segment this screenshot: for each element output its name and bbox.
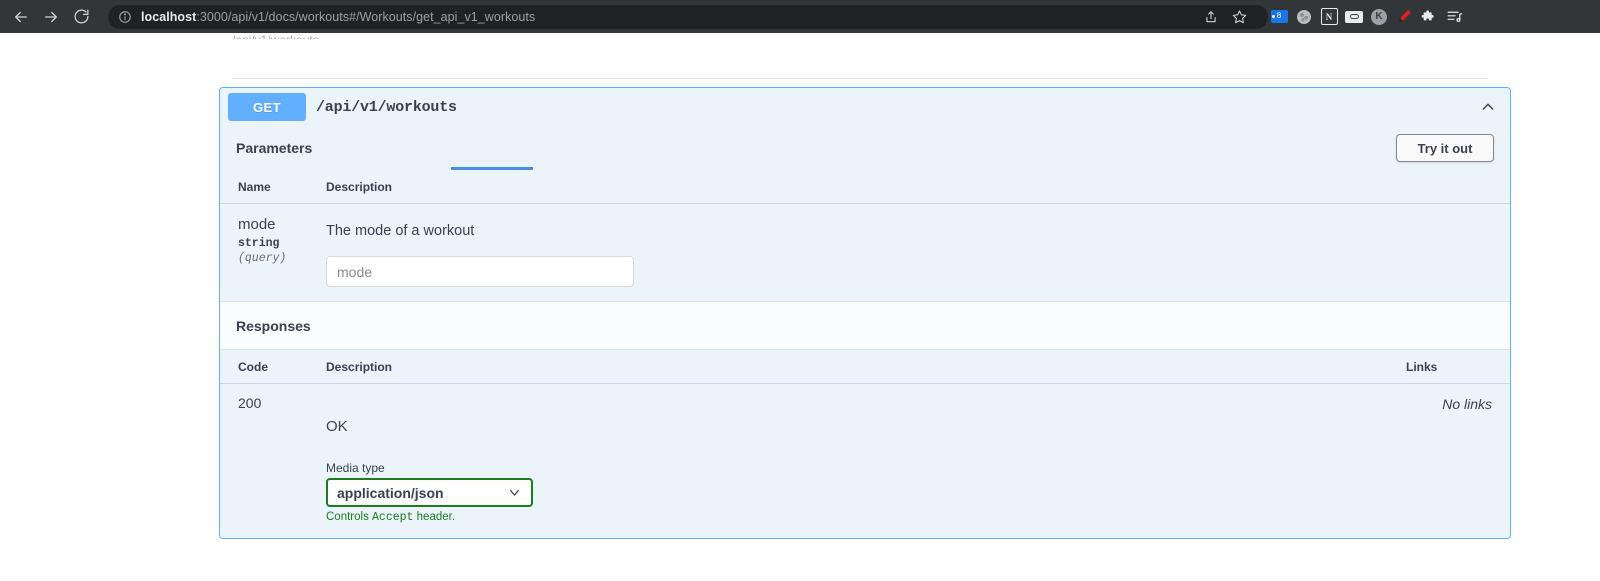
- response-description: OK: [326, 418, 348, 435]
- parameters-header: Parameters Try it out: [220, 126, 1510, 170]
- active-tab-underline: [451, 167, 533, 170]
- media-type-label: Media type: [326, 461, 385, 475]
- parameters-table-header-row: Name Description: [220, 170, 1510, 204]
- parameter-type: string: [238, 237, 280, 250]
- chevron-down-icon: [507, 485, 522, 500]
- k-profile-icon[interactable]: K: [1368, 6, 1390, 28]
- media-type-hint: Controls Accept header.: [326, 511, 1406, 524]
- cut-off-text-above: /api/v1/workouts: [232, 33, 319, 39]
- parameter-mode-input[interactable]: [326, 256, 634, 287]
- navigation-buttons: [0, 2, 96, 32]
- section-divider: [232, 78, 1488, 79]
- responses-table-header-row: Code Description Links: [220, 350, 1510, 384]
- site-info-icon[interactable]: [118, 10, 132, 24]
- chevron-up-icon[interactable]: [1478, 97, 1498, 117]
- omnibox-actions: [1198, 4, 1258, 30]
- responses-header: Responses: [220, 301, 1510, 350]
- try-it-out-button[interactable]: Try it out: [1396, 134, 1494, 162]
- reload-icon[interactable]: [66, 2, 96, 32]
- col-header-name: Name: [220, 170, 326, 204]
- media-hint-accept: Accept: [372, 511, 414, 524]
- responses-table: Code Description Links 200 OK Media type: [220, 350, 1510, 538]
- col-header-spacer: [1424, 170, 1510, 204]
- col-header-code: Code: [220, 350, 326, 384]
- opblock-body: Parameters Try it out Name Description m…: [220, 126, 1510, 538]
- col-header-resp-description: Description: [326, 350, 1406, 384]
- extension-icons: 8 N K: [1268, 6, 1473, 28]
- table-row: 200 OK Media type application/json Contr…: [220, 384, 1510, 539]
- table-row: mode string (query) The mode of a workou…: [220, 204, 1510, 302]
- url-host: localhost: [141, 9, 197, 24]
- parameter-location: (query): [238, 252, 287, 265]
- parameter-name-cell: mode string (query): [220, 204, 326, 302]
- responses-title: Responses: [236, 317, 311, 334]
- parameters-table: Name Description mode string (query) The: [220, 170, 1510, 301]
- media-hint-suffix: header.: [413, 511, 456, 523]
- parameter-description: The mode of a workout: [326, 223, 475, 239]
- parameter-description-cell: The mode of a workout: [326, 204, 1424, 302]
- opblock-summary[interactable]: GET /api/v1/workouts: [220, 88, 1510, 126]
- bluesky-extension-icon[interactable]: 8: [1268, 6, 1290, 28]
- parameter-spacer-cell: [1424, 204, 1510, 302]
- tab-parameters[interactable]: Parameters: [236, 140, 312, 156]
- http-method-badge: GET: [228, 93, 306, 121]
- gray-sphere-extension-icon[interactable]: [1293, 6, 1315, 28]
- media-type-value: application/json: [337, 484, 444, 501]
- parameter-name: mode: [238, 216, 276, 233]
- response-code: 200: [238, 395, 262, 411]
- card-extension-icon[interactable]: [1343, 6, 1365, 28]
- bookmark-star-icon[interactable]: [1226, 4, 1252, 30]
- media-hint-prefix: Controls: [326, 511, 373, 523]
- media-type-group: Media type application/json Controls Acc…: [326, 461, 1406, 524]
- swagger-page: /api/v1/workouts GET /api/v1/workouts Pa…: [0, 33, 1600, 581]
- url-path: :3000/api/v1/docs/workouts#/Workouts/get…: [196, 9, 536, 24]
- address-bar-text: localhost:3000/api/v1/docs/workouts#/Wor…: [141, 10, 535, 24]
- col-header-links: Links: [1406, 350, 1510, 384]
- forward-arrow-icon[interactable]: [36, 2, 66, 32]
- reading-list-icon[interactable]: [1443, 6, 1465, 28]
- red-pen-extension-icon[interactable]: [1393, 6, 1415, 28]
- address-bar[interactable]: localhost:3000/api/v1/docs/workouts#/Wor…: [108, 4, 1268, 30]
- col-header-description: Description: [326, 170, 1424, 204]
- share-icon[interactable]: [1198, 4, 1224, 30]
- opblock-get-workouts: GET /api/v1/workouts Parameters Try it o…: [219, 87, 1511, 539]
- media-type-select[interactable]: application/json: [326, 478, 533, 507]
- response-description-cell: OK Media type application/json Controls …: [326, 384, 1406, 539]
- puzzle-extensions-icon[interactable]: [1418, 6, 1440, 28]
- response-links: No links: [1442, 396, 1492, 412]
- back-arrow-icon[interactable]: [6, 2, 36, 32]
- endpoint-path: /api/v1/workouts: [316, 98, 457, 116]
- browser-toolbar: localhost:3000/api/v1/docs/workouts#/Wor…: [0, 0, 1600, 33]
- notion-extension-icon[interactable]: N: [1318, 6, 1340, 28]
